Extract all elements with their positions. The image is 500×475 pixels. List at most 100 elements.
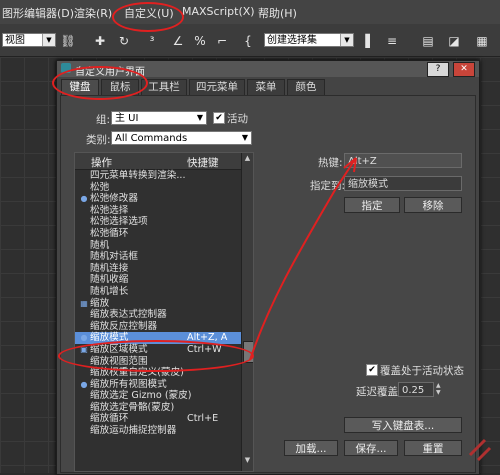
list-item[interactable]: 缩放反应控制器 — [75, 321, 241, 333]
column-shortcut-header[interactable]: 快捷键 — [187, 155, 219, 170]
align-icon[interactable]: ≡ — [384, 33, 400, 49]
assign-button[interactable]: 指定 — [344, 197, 400, 213]
action-icon: ▦ — [80, 298, 88, 308]
menu-bar: 图形编辑器(D) 渲染(R) 自定义(U) MAXScript(X) 帮助(H) — [0, 0, 500, 25]
action-name: 随机 — [90, 239, 110, 251]
schematic-icon[interactable]: ▦ — [474, 33, 490, 49]
action-shortcut: Ctrl+E — [187, 413, 219, 425]
delay-override-field[interactable]: 0.25 — [398, 382, 434, 397]
override-active-label: 覆盖处于活动状态 — [380, 365, 464, 377]
viewport-select[interactable]: 视图 ▼ — [2, 33, 56, 47]
menu-rendering[interactable]: 渲染(R) — [74, 5, 112, 21]
action-name: 随机连接 — [90, 262, 129, 274]
menu-maxscript[interactable]: MAXScript(X) — [182, 5, 255, 18]
tab-menus[interactable]: 菜单 — [247, 79, 285, 95]
list-item[interactable]: 松弛选择 — [75, 205, 241, 217]
snap-3-icon[interactable]: ³ — [144, 33, 160, 49]
group-dropdown[interactable]: 主 UI ▼ — [111, 111, 207, 125]
hotkey-label: 热键: — [318, 157, 343, 169]
list-item[interactable]: 松弛 — [75, 182, 241, 194]
hotkey-field[interactable]: Alt+Z — [344, 153, 462, 168]
action-name: 缩放 — [90, 297, 110, 309]
load-button[interactable]: 加载... — [284, 440, 338, 456]
menu-graph-editors[interactable]: 图形编辑器(D) — [2, 5, 74, 21]
snap-toggle-icon[interactable]: ⌐ — [214, 33, 230, 49]
active-checkbox[interactable]: ✔ — [213, 112, 225, 124]
named-selection-icon[interactable]: { — [240, 33, 256, 49]
move-icon[interactable]: ✚ — [92, 33, 108, 49]
action-icon: ● — [80, 333, 88, 343]
column-action-header[interactable]: 操作 — [91, 155, 112, 170]
save-button[interactable]: 保存... — [344, 440, 398, 456]
action-icon: ● — [80, 194, 88, 204]
assigned-to-label: 指定到: — [310, 180, 346, 192]
override-active-checkbox[interactable]: ✔ — [366, 364, 378, 376]
list-item[interactable]: ▦ 缩放 — [75, 298, 241, 310]
link-icon[interactable]: ⛓ — [60, 33, 76, 49]
action-name: 松弛选择 — [90, 204, 129, 216]
action-name: 随机对话框 — [90, 251, 138, 263]
action-name: 松弛选择选项 — [90, 216, 148, 228]
category-label: 类别: — [86, 134, 111, 146]
action-list-header: 操作 快捷键 — [75, 153, 241, 170]
list-item[interactable]: 缩放运动捕捉控制器 — [75, 425, 241, 437]
action-name: 缩放循环 — [90, 413, 129, 425]
scroll-up-icon[interactable]: ▲ — [243, 154, 252, 164]
action-name: 四元菜单转换到渲染... — [90, 170, 186, 181]
action-name: 松弛 — [90, 181, 110, 193]
tab-quad-menus[interactable]: 四元菜单 — [189, 79, 245, 95]
action-name: 随机收缩 — [90, 274, 129, 286]
list-item[interactable]: 缩放选定 Gizmo (蒙皮) — [75, 390, 241, 402]
list-item[interactable]: 随机 — [75, 240, 241, 252]
selection-set-dropdown[interactable]: 创建选择集 ▼ — [264, 33, 354, 47]
annotation-circle-row — [58, 340, 254, 372]
percent-snap-icon[interactable]: ∠ — [170, 33, 186, 49]
assigned-to-field: 缩放模式 — [344, 176, 462, 191]
help-button[interactable]: ? — [427, 62, 449, 77]
action-name: 缩放运动捕捉控制器 — [90, 425, 177, 437]
category-dropdown[interactable]: All Commands ▼ — [111, 131, 252, 145]
action-icon: ● — [80, 379, 88, 389]
curve-editor-icon[interactable]: ◪ — [446, 33, 462, 49]
close-button[interactable]: ✕ — [453, 62, 475, 77]
action-name: 缩放反应控制器 — [90, 320, 158, 332]
list-item[interactable]: 松弛循环 — [75, 228, 241, 240]
list-item[interactable]: 缩放表达式控制器 — [75, 309, 241, 321]
list-item[interactable]: 松弛选择选项 — [75, 216, 241, 228]
action-name: 随机增长 — [90, 285, 129, 297]
action-name: 缩放选定骨骼(蒙皮) — [90, 401, 175, 413]
rotate-icon[interactable]: ↻ — [116, 33, 132, 49]
list-item[interactable]: 随机对话框 — [75, 251, 241, 263]
tab-colors[interactable]: 颜色 — [287, 79, 325, 95]
mirror-icon[interactable]: ▌ — [362, 33, 378, 49]
spinner-snap-icon[interactable]: % — [192, 33, 208, 49]
write-keyboard-chart-button[interactable]: 写入键盘表... — [344, 417, 462, 433]
list-item[interactable]: ● 缩放所有视图模式 — [75, 379, 241, 391]
list-item[interactable]: 随机连接 — [75, 263, 241, 275]
list-item[interactable]: 四元菜单转换到渲染... — [75, 170, 241, 182]
annotation-circle-tab — [52, 66, 148, 100]
action-name: 松弛修改器 — [90, 193, 138, 205]
action-list[interactable]: 操作 快捷键 四元菜单转换到渲染... 松弛 ● 松弛修改器 松弛选择 松弛选择选项 松弛循… — [74, 152, 254, 472]
action-name: 缩放表达式控制器 — [90, 309, 167, 321]
list-item[interactable]: 缩放选定骨骼(蒙皮) — [75, 402, 241, 414]
scroll-down-icon[interactable]: ▼ — [243, 456, 252, 466]
list-item[interactable]: ● 松弛修改器 — [75, 193, 241, 205]
list-item[interactable]: 缩放循环 Ctrl+E — [75, 413, 241, 425]
menu-help[interactable]: 帮助(H) — [258, 5, 297, 21]
action-rows: 四元菜单转换到渲染... 松弛 ● 松弛修改器 松弛选择 松弛选择选项 松弛循环 随机 随机对话… — [75, 170, 241, 437]
active-checkbox-label: 活动 — [227, 113, 248, 125]
delay-override-label: 延迟覆盖: — [356, 386, 402, 398]
action-name: 松弛循环 — [90, 227, 129, 239]
action-name: 缩放所有视图模式 — [90, 378, 167, 390]
layer-icon[interactable]: ▤ — [420, 33, 436, 49]
group-label: 组: — [96, 114, 111, 126]
reset-button[interactable]: 重置 — [404, 440, 462, 456]
remove-button[interactable]: 移除 — [404, 197, 462, 213]
action-name: 缩放选定 Gizmo (蒙皮) — [90, 390, 192, 402]
list-item[interactable]: 随机收缩 — [75, 274, 241, 286]
list-item[interactable]: 随机增长 — [75, 286, 241, 298]
list-scrollbar[interactable]: ▲ ▼ — [241, 153, 253, 471]
annotation-circle-menu — [112, 2, 184, 32]
delay-spinner-icon[interactable]: ▲ ▼ — [436, 382, 444, 397]
